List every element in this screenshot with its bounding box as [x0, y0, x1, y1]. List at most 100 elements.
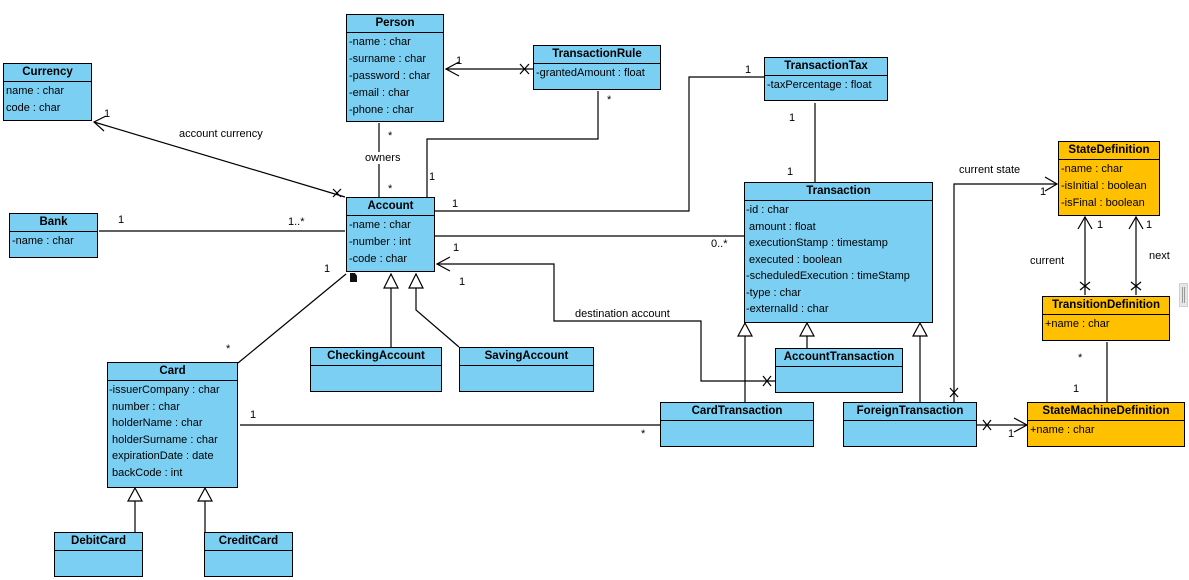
attribute: holderSurname : char [109, 433, 218, 446]
attribute: name : char [6, 85, 65, 97]
attribute: executed : boolean [746, 253, 843, 266]
class-person[interactable]: Person -name : char -surname : char -pas… [346, 14, 444, 122]
multiplicity: 1 [1146, 219, 1153, 231]
label-destination-account: destination account [575, 308, 670, 320]
generalization-triangle [383, 272, 399, 289]
attribute: +name : char [1045, 318, 1110, 330]
attribute: -id : char [746, 204, 789, 216]
multiplicity: 1 [118, 214, 125, 226]
attribute: -scheduledExecution : timeStamp [746, 270, 910, 282]
label-owners: owners [365, 152, 401, 164]
attribute: +name : char [1030, 424, 1095, 436]
attribute: -isInitial : boolean [1061, 180, 1147, 192]
attribute: -isFinal : boolean [1061, 197, 1145, 209]
multiplicity: 1 [453, 242, 460, 254]
class-bank[interactable]: Bank -name : char [9, 213, 98, 258]
class-name: TransactionRule [534, 46, 660, 64]
attribute: -phone : char [349, 104, 414, 116]
class-name: CheckingAccount [311, 348, 441, 366]
class-name: TransitionDefinition [1043, 297, 1169, 315]
multiplicity: 1 [452, 198, 459, 210]
multiplicity: 1 [1073, 383, 1080, 395]
attribute: -name : char [12, 235, 74, 247]
label-current: current [1030, 255, 1065, 267]
x-mark [332, 188, 342, 198]
class-transaction-rule[interactable]: TransactionRule -grantedAmount : float [533, 45, 661, 90]
multiplicity: 1 [456, 55, 463, 67]
multiplicity: * [388, 130, 393, 142]
attribute: -name : char [349, 219, 411, 231]
class-card[interactable]: Card -issuerCompany : char number : char… [107, 362, 238, 488]
multiplicity: 1 [787, 166, 794, 178]
attribute: number : char [109, 400, 180, 413]
generalization-triangle [798, 321, 816, 337]
label-account-currency: account currency [179, 128, 263, 140]
multiplicity: * [641, 428, 646, 440]
generalization-triangle [196, 486, 214, 502]
multiplicity: 1 [324, 263, 331, 275]
generalization-triangle [126, 486, 144, 502]
resize-handle[interactable] [1179, 283, 1188, 307]
class-account-transaction[interactable]: AccountTransaction [775, 348, 903, 393]
multiplicity: * [607, 94, 612, 106]
attribute: -externalId : char [746, 303, 829, 315]
class-name: Person [347, 15, 443, 33]
class-transaction-tax[interactable]: TransactionTax -taxPercentage : float [764, 57, 888, 101]
multiplicity: 1 [1008, 428, 1015, 440]
attribute: backCode : int [109, 466, 183, 479]
class-saving-account[interactable]: SavingAccount [459, 347, 594, 392]
class-state-definition[interactable]: StateDefinition -name : char -isInitial … [1058, 141, 1160, 216]
attribute: -type : char [746, 286, 802, 299]
label-next: next [1149, 250, 1170, 262]
class-name: StateMachineDefinition [1028, 403, 1184, 421]
multiplicity: * [388, 183, 393, 195]
generalization-saving [415, 288, 460, 348]
class-name: AccountTransaction [776, 349, 902, 367]
attribute: -surname : char [349, 53, 427, 65]
class-debit-card[interactable]: DebitCard [54, 532, 143, 577]
attribute: amount : float [746, 220, 816, 233]
class-name: TransactionTax [765, 58, 887, 76]
multiplicity: 1 [459, 276, 466, 288]
class-currency[interactable]: Currency name : char code : char [3, 63, 92, 121]
multiplicity: 1 [1040, 186, 1047, 198]
class-name: CardTransaction [661, 403, 813, 421]
attribute: -issuerCompany : char [109, 384, 220, 396]
class-transaction[interactable]: Transaction -id : char amount : float ex… [744, 182, 933, 323]
attribute: -grantedAmount : float [536, 67, 645, 79]
multiplicity: 1 [1097, 219, 1104, 231]
attribute: -taxPercentage : float [767, 79, 872, 91]
class-name: StateDefinition [1059, 142, 1159, 160]
class-credit-card[interactable]: CreditCard [204, 532, 293, 577]
class-foreign-transaction[interactable]: ForeignTransaction [843, 402, 977, 447]
attribute: -email : char [349, 87, 410, 99]
multiplicity: 1..* [288, 216, 305, 228]
attribute: -password : char [349, 70, 431, 82]
class-name: Currency [4, 64, 91, 82]
class-account[interactable]: Account -name : char -number : int -code… [346, 197, 435, 272]
attribute: -name : char [349, 36, 411, 48]
multiplicity: 1 [250, 409, 257, 421]
generalization-triangle [408, 272, 424, 289]
assoc-account-tax [435, 76, 765, 212]
generalization-triangle [911, 321, 929, 337]
multiplicity: * [1078, 352, 1083, 364]
label-current-state: current state [959, 164, 1021, 176]
class-card-transaction[interactable]: CardTransaction [660, 402, 814, 447]
generalization-triangle [736, 321, 754, 337]
class-name: Bank [10, 214, 97, 232]
attribute: expirationDate : date [109, 450, 214, 462]
class-name: Account [347, 198, 434, 216]
class-checking-account[interactable]: CheckingAccount [310, 347, 442, 392]
multiplicity: 0..* [711, 238, 728, 250]
class-name: CreditCard [205, 533, 292, 551]
class-name: ForeignTransaction [844, 403, 976, 421]
class-name: Transaction [745, 183, 932, 201]
class-transition-definition[interactable]: TransitionDefinition +name : char [1042, 296, 1170, 341]
class-state-machine-definition[interactable]: StateMachineDefinition +name : char [1027, 402, 1185, 447]
multiplicity: 1 [429, 171, 436, 183]
attribute: code : char [6, 102, 61, 114]
attribute: holderName : char [109, 417, 203, 429]
attribute: -number : int [349, 236, 411, 248]
class-name: DebitCard [55, 533, 142, 551]
